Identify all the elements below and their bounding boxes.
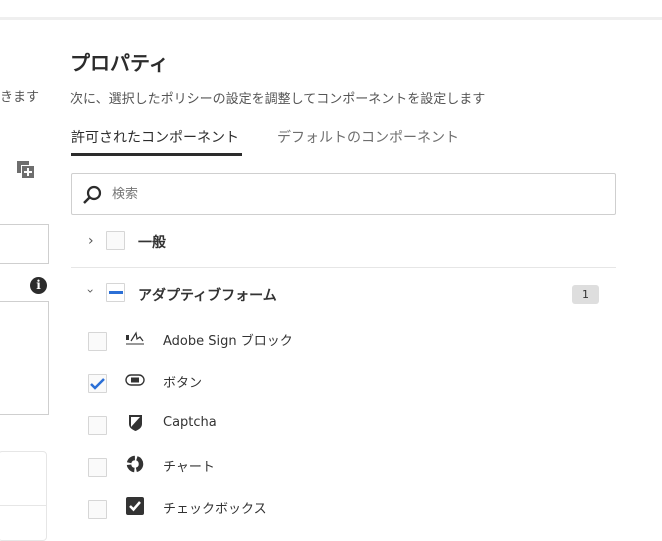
- item-checkbox[interactable]: [88, 374, 107, 393]
- count-badge: 1: [572, 285, 599, 304]
- item-checkbox[interactable]: [88, 458, 107, 477]
- search-field[interactable]: [71, 173, 616, 215]
- active-tab-indicator: [71, 153, 242, 156]
- item-label: Adobe Sign ブロック: [163, 334, 293, 349]
- chevron-down-icon[interactable]: ›: [83, 289, 97, 294]
- chart-icon: [126, 455, 144, 473]
- left-textarea[interactable]: [0, 301, 49, 415]
- info-icon[interactable]: i: [30, 277, 47, 294]
- item-label: チェックボックス: [163, 502, 267, 517]
- left-card-divider: [0, 505, 47, 506]
- checkmark-icon: [90, 378, 105, 390]
- search-icon: [83, 185, 102, 204]
- top-bar: [0, 0, 662, 20]
- button-icon: [125, 374, 145, 386]
- item-checkbox[interactable]: [88, 500, 107, 519]
- group-checkbox-general[interactable]: [106, 231, 125, 250]
- left-input[interactable]: [0, 224, 49, 264]
- shield-icon: [129, 415, 142, 431]
- tab-label: 許可されたコンポーネント: [71, 130, 239, 146]
- item-label: チャート: [163, 460, 215, 475]
- tab-default-components[interactable]: デフォルトのコンポーネント: [277, 127, 459, 147]
- add-copy-icon[interactable]: [16, 160, 36, 180]
- divider: [71, 267, 616, 268]
- left-card: [0, 451, 47, 541]
- item-label: ボタン: [163, 376, 203, 391]
- page-description: 次に、選択したポリシーの設定を調整してコンポーネントを設定します: [70, 92, 486, 107]
- search-input[interactable]: [112, 184, 592, 204]
- group-label-general: 一般: [138, 235, 166, 251]
- checkbox-icon: [126, 497, 144, 515]
- signature-icon: [126, 331, 144, 345]
- item-checkbox[interactable]: [88, 332, 107, 351]
- tab-label: デフォルトのコンポーネント: [277, 130, 459, 146]
- group-checkbox-adaptive-form[interactable]: [106, 283, 125, 302]
- group-label-adaptive-form: アダプティブフォーム: [138, 288, 277, 304]
- item-label: Captcha: [163, 415, 217, 430]
- item-checkbox[interactable]: [88, 416, 107, 435]
- indeterminate-icon: [109, 291, 123, 294]
- tab-allowed-components[interactable]: 許可されたコンポーネント: [71, 127, 239, 147]
- left-description: きます: [0, 90, 40, 105]
- page-title: プロパティ: [70, 51, 169, 75]
- chevron-right-icon[interactable]: ›: [88, 233, 94, 249]
